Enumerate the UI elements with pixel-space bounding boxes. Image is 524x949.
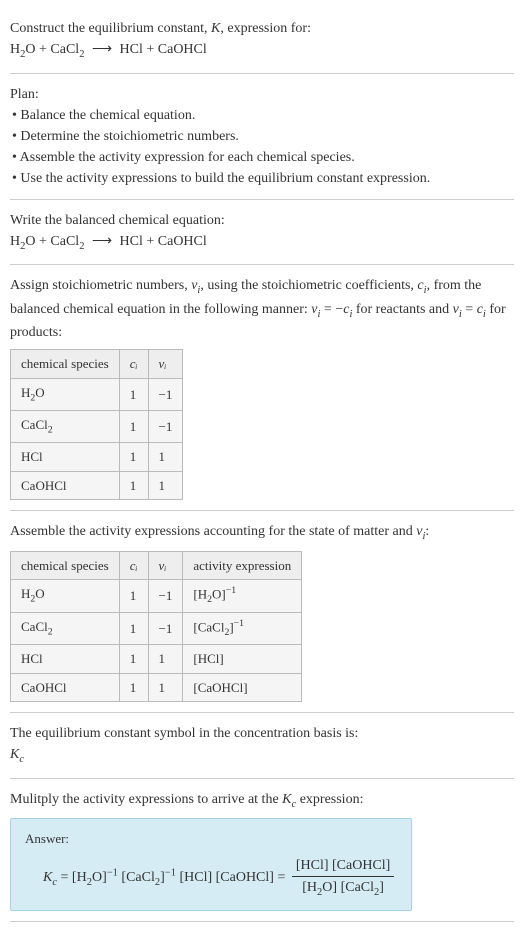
ci-cell: 1: [119, 612, 148, 645]
col-nui: νᵢ: [148, 350, 183, 379]
species-cell: CaOHCl: [11, 673, 120, 702]
table-header-row: chemical species cᵢ νᵢ: [11, 350, 183, 379]
answer-label: Answer:: [25, 829, 397, 849]
eq-h2o: H2O: [10, 42, 36, 57]
table-header-row: chemical species cᵢ νᵢ activity expressi…: [11, 551, 302, 580]
kc-expression: Kc = [H2O]−1 [CaCl2]−1 [HCl] [CaOHCl] = …: [43, 855, 397, 901]
table-row: CaCl2 1 −1: [11, 410, 183, 442]
multiply-section: Mulitply the activity expressions to arr…: [10, 779, 514, 923]
activity-cell: [HCl]: [183, 645, 302, 674]
balanced-equation: H2O + CaCl2 ⟶ HCl + CaOHCl: [10, 231, 514, 255]
intro-section: Construct the equilibrium constant, K, e…: [10, 8, 514, 74]
arrow-icon: ⟶: [92, 42, 112, 57]
intro-K: K: [211, 21, 220, 36]
nui-cell: 1: [148, 471, 183, 500]
nui-cell: 1: [148, 645, 183, 674]
col-ci: cᵢ: [119, 551, 148, 580]
table-row: H2O 1 −1: [11, 378, 183, 410]
ci-cell: 1: [119, 580, 148, 613]
species-cell: H2O: [11, 580, 120, 613]
ci-cell: 1: [119, 443, 148, 472]
nui-cell: 1: [148, 673, 183, 702]
arrow-icon: ⟶: [92, 234, 112, 249]
nui-cell: −1: [148, 612, 183, 645]
table-row: CaCl2 1 −1 [CaCl2]−1: [11, 612, 302, 645]
eq-hcl: HCl: [120, 42, 143, 57]
col-nui: νᵢ: [148, 551, 183, 580]
nui-cell: −1: [148, 580, 183, 613]
kc-symbol-section: The equilibrium constant symbol in the c…: [10, 713, 514, 779]
table-row: CaOHCl 1 1: [11, 471, 183, 500]
intro-text: Construct the equilibrium constant, K, e…: [10, 18, 514, 39]
intro-prefix: Construct the equilibrium constant,: [10, 21, 211, 36]
stoich-desc: Assign stoichiometric numbers, νi, using…: [10, 275, 514, 343]
fraction: [HCl] [CaOHCl][H2O] [CaCl2]: [292, 855, 395, 901]
nui-cell: −1: [148, 378, 183, 410]
activity-section: Assemble the activity expressions accoun…: [10, 511, 514, 713]
species-cell: HCl: [11, 645, 120, 674]
kc-symbol: Kc: [10, 744, 514, 768]
stoich-table: chemical species cᵢ νᵢ H2O 1 −1 CaCl2 1 …: [10, 349, 183, 500]
multiply-text: Mulitply the activity expressions to arr…: [10, 789, 514, 813]
plan-item: Determine the stoichiometric numbers.: [12, 126, 514, 147]
species-cell: HCl: [11, 443, 120, 472]
plan-item: Use the activity expressions to build th…: [12, 168, 514, 189]
species-cell: CaCl2: [11, 612, 120, 645]
plan-heading: Plan:: [10, 84, 514, 105]
table-row: CaOHCl 1 1 [CaOHCl]: [11, 673, 302, 702]
plan-section: Plan: Balance the chemical equation. Det…: [10, 74, 514, 200]
ci-cell: 1: [119, 378, 148, 410]
plan-item: Assemble the activity expression for eac…: [12, 147, 514, 168]
ci-cell: 1: [119, 645, 148, 674]
col-ci: cᵢ: [119, 350, 148, 379]
activity-cell: [H2O]−1: [183, 580, 302, 613]
nui-cell: 1: [148, 443, 183, 472]
species-cell: CaCl2: [11, 410, 120, 442]
fraction-denominator: [H2O] [CaCl2]: [292, 877, 395, 901]
activity-heading: Assemble the activity expressions accoun…: [10, 521, 514, 545]
col-species: chemical species: [11, 551, 120, 580]
col-species: chemical species: [11, 350, 120, 379]
ci-cell: 1: [119, 471, 148, 500]
species-cell: H2O: [11, 378, 120, 410]
plan-item: Balance the chemical equation.: [12, 105, 514, 126]
plan-list: Balance the chemical equation. Determine…: [10, 105, 514, 189]
answer-box: Answer: Kc = [H2O]−1 [CaCl2]−1 [HCl] [Ca…: [10, 818, 412, 911]
stoich-section: Assign stoichiometric numbers, νi, using…: [10, 265, 514, 511]
ci-cell: 1: [119, 410, 148, 442]
col-activity: activity expression: [183, 551, 302, 580]
table-row: H2O 1 −1 [H2O]−1: [11, 580, 302, 613]
table-row: HCl 1 1 [HCl]: [11, 645, 302, 674]
species-cell: CaOHCl: [11, 471, 120, 500]
balanced-section: Write the balanced chemical equation: H2…: [10, 200, 514, 266]
kc-symbol-text: The equilibrium constant symbol in the c…: [10, 723, 514, 744]
fraction-numerator: [HCl] [CaOHCl]: [292, 855, 395, 877]
ci-cell: 1: [119, 673, 148, 702]
activity-cell: [CaOHCl]: [183, 673, 302, 702]
eq-cacl2: CaCl2: [50, 42, 84, 57]
intro-suffix: , expression for:: [220, 21, 311, 36]
eq-caohcl: CaOHCl: [158, 42, 207, 57]
balanced-heading: Write the balanced chemical equation:: [10, 210, 514, 231]
nui-cell: −1: [148, 410, 183, 442]
activity-cell: [CaCl2]−1: [183, 612, 302, 645]
activity-table: chemical species cᵢ νᵢ activity expressi…: [10, 551, 302, 703]
table-row: HCl 1 1: [11, 443, 183, 472]
intro-equation: H2O + CaCl2 ⟶ HCl + CaOHCl: [10, 39, 514, 63]
